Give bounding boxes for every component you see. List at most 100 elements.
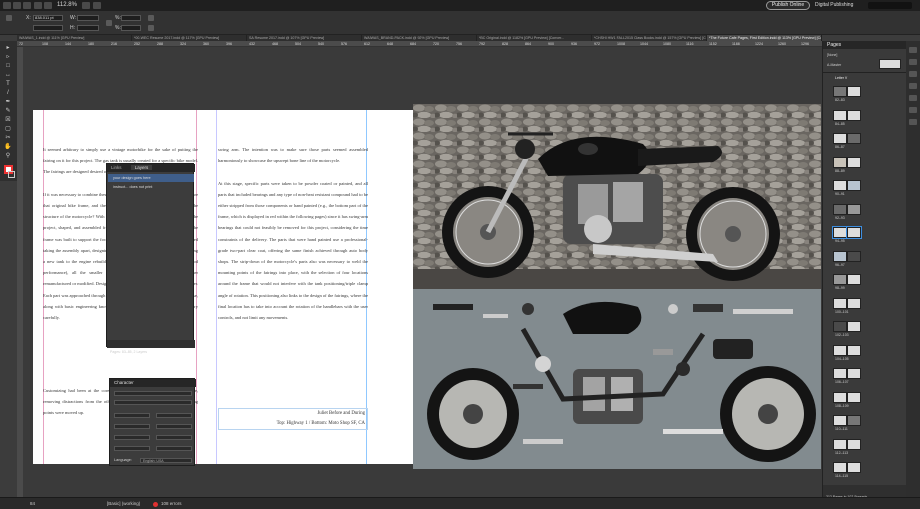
preflight-errors[interactable]: 108 errors: [161, 501, 182, 507]
kerning-field[interactable]: [114, 424, 150, 429]
paragraph-icon[interactable]: [909, 119, 917, 125]
font-family-field[interactable]: [114, 391, 192, 396]
style-status[interactable]: [Basic] (working): [107, 501, 140, 507]
font-size-field[interactable]: [114, 413, 150, 418]
page-thumbnail-right[interactable]: [847, 438, 861, 450]
scale-x-field[interactable]: [121, 15, 141, 21]
page-thumbnail-left[interactable]: [833, 203, 847, 215]
page-thumbnail-left[interactable]: [833, 156, 847, 168]
scale-y-field[interactable]: [121, 25, 141, 31]
page-thumbnail-right[interactable]: [847, 274, 861, 285]
page-thumbnail-left[interactable]: [833, 321, 847, 332]
rectangle-frame-tool-icon[interactable]: ☒: [4, 117, 12, 123]
screen-mode-icon[interactable]: [82, 2, 90, 9]
layers-icon[interactable]: [909, 59, 917, 65]
page-thumbnail-left[interactable]: [833, 250, 847, 262]
page-thumbnail-left[interactable]: [833, 415, 847, 426]
page-thumbnail-right[interactable]: [847, 109, 861, 121]
direct-selection-tool-icon[interactable]: ▹: [4, 54, 12, 60]
pages-icon[interactable]: [909, 47, 917, 53]
page-thumbnail-left[interactable]: [833, 368, 847, 379]
rotate-icon[interactable]: [148, 15, 154, 21]
scissors-tool-icon[interactable]: ✂: [4, 135, 12, 141]
page-thumbnail-right[interactable]: [847, 321, 861, 332]
layer-row-design[interactable]: your design goes here: [113, 175, 151, 181]
horizontal-scale-field[interactable]: [156, 435, 192, 440]
body-text-column-3[interactable]: swing arm. The intention was to make sur…: [218, 144, 368, 380]
character-icon[interactable]: [909, 107, 917, 113]
zoom-level-icon[interactable]: [34, 2, 42, 9]
page-thumbnail-right[interactable]: [846, 226, 862, 239]
arrange-documents-icon[interactable]: [93, 2, 101, 9]
stroke-swatch-icon[interactable]: [8, 171, 15, 178]
page-thumbnail-right[interactable]: [847, 86, 861, 97]
page-thumbnail-left[interactable]: [832, 226, 848, 239]
tab-links[interactable]: Links: [111, 165, 122, 170]
baseline-shift-field[interactable]: [114, 446, 150, 451]
type-tool-icon[interactable]: T: [4, 81, 12, 87]
page-thumbnail-right[interactable]: [847, 462, 861, 473]
caption-frame[interactable]: Juliet Before and During Top: Highway 1 …: [218, 408, 368, 430]
page-thumbnail-right[interactable]: [847, 368, 861, 379]
hand-tool-icon[interactable]: ✋: [4, 144, 12, 150]
leading-field[interactable]: [156, 413, 192, 418]
swatches-icon[interactable]: [909, 95, 917, 101]
x-field[interactable]: 838.011 pt: [33, 15, 63, 21]
language-select[interactable]: English: USA: [140, 458, 192, 463]
page-thumbnail-left[interactable]: [833, 438, 847, 450]
page-thumbnail-left[interactable]: [833, 133, 847, 144]
page-thumbnail-left[interactable]: [833, 86, 847, 97]
skew-field[interactable]: [156, 446, 192, 451]
page-thumbnail-left[interactable]: [833, 109, 847, 121]
view-options-icon[interactable]: [44, 2, 52, 9]
constrain-proportions-icon[interactable]: [106, 20, 112, 26]
shear-icon[interactable]: [148, 25, 154, 31]
links-icon[interactable]: [909, 71, 917, 77]
parts-flatlay-photo[interactable]: [413, 289, 821, 469]
page-thumbnail-left[interactable]: [833, 274, 847, 285]
page-thumbnail-left[interactable]: [833, 180, 847, 191]
page-thumbnail-right[interactable]: [847, 297, 861, 309]
page-thumbnail-right[interactable]: [847, 203, 861, 215]
pen-tool-icon[interactable]: ✒: [4, 99, 12, 105]
page-thumbnail-right[interactable]: [847, 415, 861, 426]
page-number-field[interactable]: 84: [30, 501, 35, 507]
zoom-level[interactable]: 112.8%: [57, 1, 77, 10]
page-thumbnail-left[interactable]: [833, 297, 847, 309]
none-master-label[interactable]: [None]: [827, 53, 837, 57]
page-right[interactable]: swing arm. The intention was to make sur…: [216, 110, 413, 464]
vertical-scale-field[interactable]: [114, 435, 150, 440]
selection-tool-icon[interactable]: ▸: [4, 45, 12, 51]
layer-row-instruction[interactable]: instruct... does not print: [113, 184, 152, 190]
page-thumbnail-right[interactable]: [847, 156, 861, 168]
stock-icon[interactable]: [23, 2, 31, 9]
page-thumbnail-left[interactable]: [833, 391, 847, 403]
page-tool-icon[interactable]: □: [4, 63, 12, 69]
gap-tool-icon[interactable]: ↔: [4, 72, 12, 78]
workspace-switcher[interactable]: Digital Publishing: [815, 1, 853, 10]
page-thumbnail-left[interactable]: [833, 344, 847, 356]
stroke-icon[interactable]: [909, 83, 917, 89]
publish-online-button[interactable]: Publish Online: [766, 1, 810, 10]
rectangle-tool-icon[interactable]: ▢: [4, 126, 12, 132]
pencil-tool-icon[interactable]: ✎: [4, 108, 12, 114]
master-thumbnail[interactable]: [879, 59, 901, 69]
bridge-icon[interactable]: [13, 2, 21, 9]
tab-layers[interactable]: Layers: [130, 165, 153, 170]
y-field[interactable]: [33, 25, 63, 31]
page-thumbnail-right[interactable]: [847, 344, 861, 356]
page-thumbnail-right[interactable]: [847, 250, 861, 262]
reference-point-icon[interactable]: [6, 15, 12, 21]
motorcycle-photo[interactable]: [413, 104, 821, 289]
a-master-label[interactable]: A-Master: [827, 63, 841, 67]
height-field[interactable]: [77, 25, 99, 31]
width-field[interactable]: [77, 15, 99, 21]
zoom-tool-icon[interactable]: ⚲: [4, 153, 12, 159]
font-style-field[interactable]: [114, 400, 192, 405]
page-thumbnail-left[interactable]: [833, 462, 847, 473]
page-thumbnail-right[interactable]: [847, 391, 861, 403]
line-tool-icon[interactable]: /: [4, 90, 12, 96]
page-thumbnail-right[interactable]: [847, 133, 861, 144]
tracking-field[interactable]: [156, 424, 192, 429]
page-thumbnail-right[interactable]: [847, 180, 861, 191]
